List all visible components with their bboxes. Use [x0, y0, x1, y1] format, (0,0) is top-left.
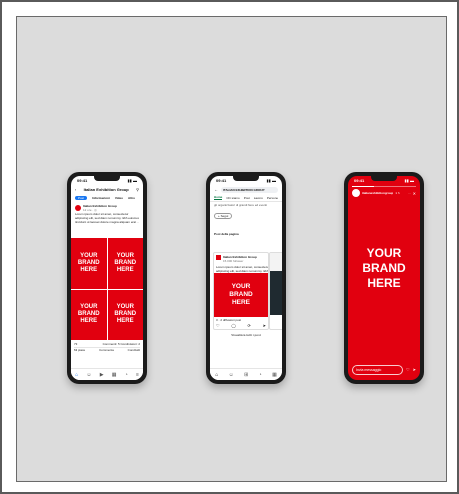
search-icon[interactable]: ⚲: [136, 187, 139, 192]
linkedin-navbar: ⌂ ☺ ⊞ ◔ ▦: [210, 368, 282, 380]
page-avatar: [216, 255, 221, 260]
brand-tile: YOUR BRAND HERE: [71, 289, 107, 340]
status-time: 09:41: [77, 178, 88, 183]
instagram-story-screen: 09:41 ▮▮ ▬ italianexhibitiongroup 1 h ··…: [348, 176, 420, 380]
about-line: gli organizzatori di grandi fiere ed eve…: [214, 203, 268, 207]
status-time: 09:41: [354, 178, 365, 183]
send-icon[interactable]: ➤: [413, 367, 416, 372]
home-icon[interactable]: ⌂: [215, 372, 218, 378]
phone-notch: [371, 176, 397, 181]
tab-about[interactable]: Chi siamo: [226, 196, 239, 200]
phone-linkedin: 09:41 ▮▮ ▬ ← ITALIAN EXHIBITION GROUP Ho…: [206, 172, 286, 384]
facebook-post-header: Italian Exhibition Group 12 ore · ◎ Lore…: [71, 202, 143, 226]
share-button[interactable]: Condividi: [128, 348, 140, 352]
tab-people[interactable]: Persone: [267, 196, 278, 200]
linkedin-tabs: Home Chi siamo Post Lavoro Persone: [210, 194, 282, 202]
close-icon[interactable]: ✕: [413, 191, 416, 196]
reaction-count[interactable]: 73: [74, 342, 77, 346]
page-avatar: [75, 205, 81, 211]
video-icon[interactable]: ▶: [100, 372, 104, 378]
story-progress-fill: [352, 186, 375, 187]
avatar[interactable]: [352, 189, 360, 197]
comment-button[interactable]: Commenta: [99, 348, 114, 352]
search-input[interactable]: ITALIAN EXHIBITION GROUP: [221, 186, 278, 193]
post-icon[interactable]: ⊞: [244, 372, 248, 378]
facebook-header: ‹ Italian Exhibition Group ⚲: [71, 185, 143, 194]
linkedin-screen: 09:41 ▮▮ ▬ ← ITALIAN EXHIBITION GROUP Ho…: [210, 176, 282, 380]
brand-image-grid[interactable]: YOUR BRAND HERE YOUR BRAND HERE YOUR BRAND HER…: [71, 238, 143, 340]
comments-shares[interactable]: Commenti: 5 Condivisioni: 2: [103, 342, 140, 346]
jobs-icon[interactable]: ▦: [272, 372, 277, 378]
heart-icon[interactable]: ♡: [406, 367, 410, 372]
back-arrow-icon[interactable]: ‹: [75, 187, 76, 192]
status-time: 09:41: [216, 178, 227, 183]
brand-image: YOUR BRAND HERE: [214, 273, 268, 317]
story-reply-bar: Invia messaggio ♡ ➤: [352, 364, 416, 375]
page-title: Italian Exhibition Group: [83, 187, 129, 192]
phone-instagram: 09:41 ▮▮ ▬ italianexhibitiongroup 1 h ··…: [344, 172, 424, 384]
linkedin-post-card[interactable]: Italian Exhibition Group 15.000 follower…: [213, 252, 269, 330]
mockup-canvas: 09:41 ▮▮ ▬ ‹ Italian Exhibition Group ⚲ …: [16, 16, 447, 482]
brand-tile: YOUR BRAND HERE: [107, 289, 143, 340]
back-arrow-icon[interactable]: ←: [214, 187, 218, 192]
tab-home[interactable]: Home: [214, 195, 223, 200]
tab-more[interactable]: Altro: [128, 196, 135, 200]
phone-facebook: 09:41 ▮▮ ▬ ‹ Italian Exhibition Group ⚲ …: [67, 172, 147, 384]
bell-icon[interactable]: ◔: [125, 372, 128, 378]
reaction-count[interactable]: 3 · 2 diffusioni post: [216, 318, 241, 322]
signal-icon: ▮▮ ▬: [266, 178, 276, 183]
network-icon[interactable]: ☺: [229, 372, 234, 378]
phone-notch: [233, 176, 259, 181]
tab-jobs[interactable]: Lavoro: [254, 196, 263, 200]
more-icon[interactable]: ···: [408, 191, 411, 195]
facebook-tabs: Post Informazioni Video Altro: [71, 194, 143, 202]
tab-posts[interactable]: Post: [244, 196, 250, 200]
marketplace-icon[interactable]: ▦: [112, 372, 117, 378]
tab-post[interactable]: Post: [75, 196, 88, 200]
facebook-navbar: ⌂ ☺ ▶ ▦ ◔ ≡: [71, 368, 143, 380]
brand-tile: YOUR BRAND HERE: [107, 238, 143, 289]
post-footer: 73 Commenti: 5 Condivisioni: 2 Mi piace …: [71, 342, 143, 352]
send-icon[interactable]: ➤: [263, 323, 266, 328]
like-icon[interactable]: ♡: [216, 323, 220, 328]
phone-notch: [94, 176, 120, 181]
story-time: 1 h: [395, 191, 400, 195]
section-title: Post della pagina: [214, 232, 239, 236]
see-all-posts-link[interactable]: Visualizza tutti i post: [210, 333, 282, 337]
story-progress-bar: [352, 186, 416, 187]
post-followers: 15.000 follower: [223, 259, 244, 263]
post-text-line: tincidunt ut laoreet dolore magna aliqua…: [75, 220, 139, 224]
card-peek-header: [270, 253, 282, 271]
story-header: italianexhibitiongroup 1 h ··· ✕: [352, 189, 416, 197]
message-input[interactable]: Invia messaggio: [352, 364, 404, 375]
linkedin-post-card-peek[interactable]: [269, 252, 282, 330]
linkedin-search-bar: ← ITALIAN EXHIBITION GROUP: [210, 185, 282, 194]
card-peek-image: [270, 271, 282, 315]
home-icon[interactable]: ⌂: [75, 372, 78, 378]
outer-frame: 09:41 ▮▮ ▬ ‹ Italian Exhibition Group ⚲ …: [0, 0, 459, 494]
bell-icon[interactable]: ◔: [259, 372, 262, 378]
brand-story-text: YOUR BRAND HERE: [362, 246, 406, 290]
like-button[interactable]: Mi piace: [74, 348, 85, 352]
signal-icon: ▮▮ ▬: [404, 178, 414, 183]
comment-icon[interactable]: ◯: [231, 323, 235, 328]
brand-tile: YOUR BRAND HERE: [71, 238, 107, 289]
menu-icon[interactable]: ≡: [136, 372, 139, 378]
signal-icon: ▮▮ ▬: [127, 178, 137, 183]
tab-info[interactable]: Informazioni: [92, 196, 110, 200]
friends-icon[interactable]: ☺: [86, 372, 91, 378]
facebook-screen: 09:41 ▮▮ ▬ ‹ Italian Exhibition Group ⚲ …: [71, 176, 143, 380]
repost-icon[interactable]: ⟳: [248, 323, 251, 328]
follow-button[interactable]: + Segui: [214, 213, 233, 219]
tab-video[interactable]: Video: [115, 196, 123, 200]
story-account[interactable]: italianexhibitiongroup: [362, 191, 393, 195]
